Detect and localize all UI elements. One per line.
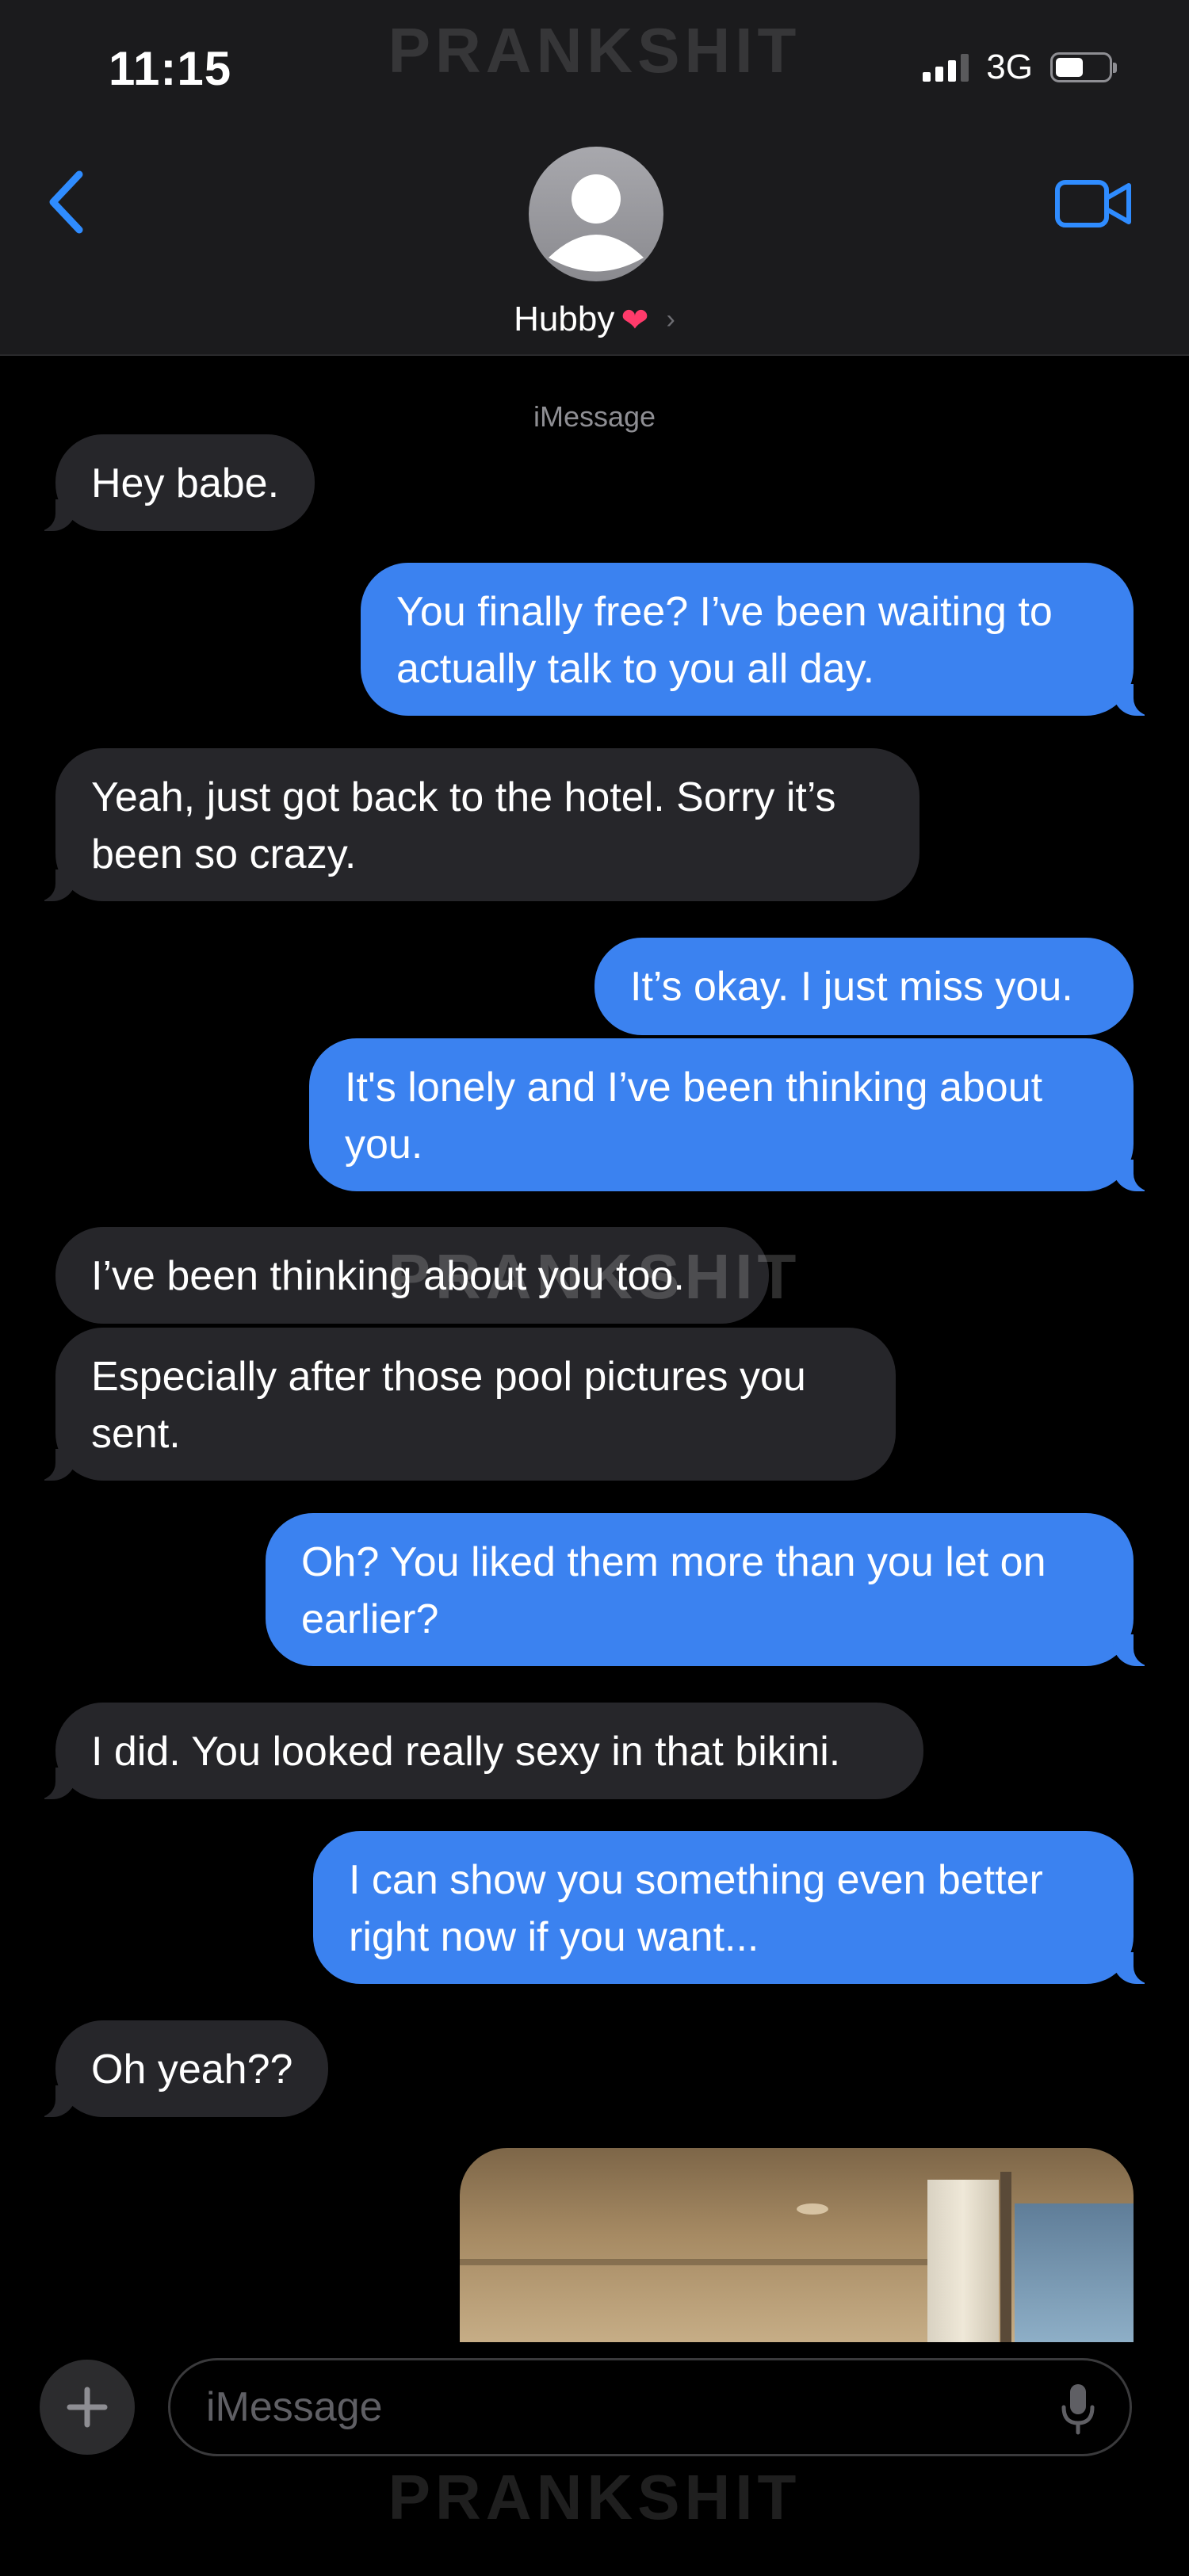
message-bubble-sent[interactable]: Oh? You liked them more than you let on … (266, 1513, 1160, 1666)
message-bubble-received[interactable]: Yeah, just got back to the hotel. Sorry … (29, 748, 919, 901)
message-bubble-received[interactable]: I did. You looked really sexy in that bi… (29, 1703, 923, 1799)
network-type: 3G (986, 48, 1033, 86)
microphone-icon[interactable] (1058, 2382, 1098, 2437)
avatar-person-icon (549, 174, 644, 272)
chevron-right-icon: › (666, 304, 675, 334)
message-bubble-sent[interactable]: It's lonely and I’ve been thinking about… (309, 1038, 1160, 1191)
heart-icon: ❤ (621, 300, 649, 338)
message-bubble-received[interactable]: Hey babe. (28, 434, 315, 531)
back-chevron-icon[interactable] (44, 166, 91, 238)
status-time: 11:15 (109, 42, 232, 95)
message-bubble-received[interactable]: Especially after those pool pictures you… (29, 1328, 896, 1481)
cellular-signal-icon (923, 53, 969, 82)
status-indicators: 3G (923, 48, 1117, 87)
contact-avatar[interactable] (529, 147, 663, 281)
plus-icon (67, 2387, 108, 2428)
photo-attachment[interactable] (460, 2148, 1134, 2342)
message-bubble-sent[interactable]: I can show you something even better rig… (313, 1831, 1160, 1984)
contact-name: Hubby (514, 300, 615, 338)
message-bubble-sent[interactable]: It’s okay. I just miss you. (594, 938, 1134, 1035)
contact-name-button[interactable]: Hubby ❤ › (0, 300, 1189, 339)
video-camera-icon[interactable] (1054, 176, 1134, 231)
conversation-header: PRANKSHIT 11:15 3G Hubby ❤ › (0, 0, 1189, 356)
service-label: iMessage (533, 400, 656, 433)
battery-icon (1050, 52, 1117, 82)
message-bubble-received[interactable]: I’ve been thinking about you too. (55, 1227, 769, 1324)
apps-plus-button[interactable] (40, 2360, 135, 2455)
message-input[interactable]: iMessage (168, 2358, 1132, 2456)
message-bubble-received[interactable]: Oh yeah?? (28, 2020, 329, 2117)
message-bubble-sent[interactable]: You finally free? I’ve been waiting to a… (361, 563, 1160, 716)
